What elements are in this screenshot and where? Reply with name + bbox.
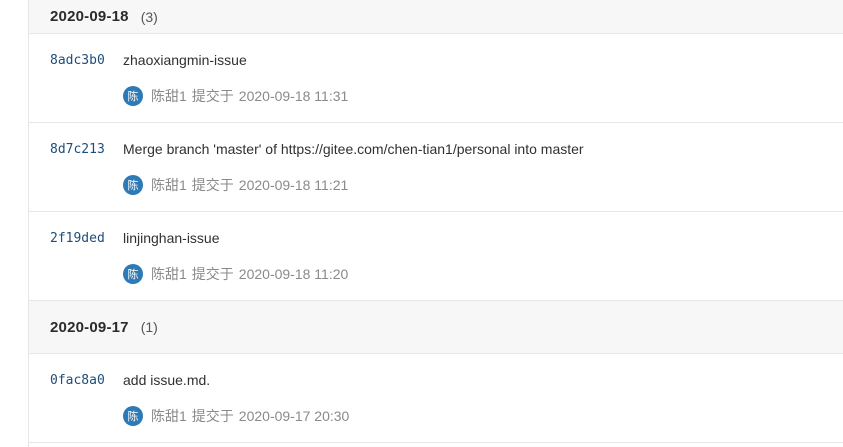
commit-meta: 陈 陈甜1 提交于 2020-09-18 11:21 (123, 175, 348, 195)
commit-history-page: 2020-09-18 (3) 8adc3b0 zhaoxiangmin-issu… (0, 0, 843, 447)
date-group-header: 2020-09-17 (1) (29, 301, 843, 354)
commit-action-label: 提交于 (191, 266, 234, 282)
date-group-date: 2020-09-17 (50, 318, 129, 336)
commit-time: 2020-09-18 11:20 (238, 266, 349, 282)
commit-sha-link[interactable]: 0fac8a0 (50, 373, 105, 388)
commit-author-link[interactable]: 陈甜1 (151, 406, 187, 426)
commit-row: 8d7c213 Merge branch 'master' of https:/… (29, 123, 843, 212)
commit-action-label: 提交于 (191, 177, 234, 193)
date-group-date: 2020-09-18 (50, 8, 129, 25)
commit-action-label: 提交于 (191, 88, 234, 104)
avatar[interactable]: 陈 (123, 264, 143, 284)
left-gutter (0, 0, 29, 447)
commit-action-label: 提交于 (191, 408, 234, 424)
commit-author-link[interactable]: 陈甜1 (151, 86, 187, 106)
commit-sha-link[interactable]: 8d7c213 (50, 142, 105, 157)
commit-meta: 陈 陈甜1 提交于 2020-09-18 11:31 (123, 86, 348, 106)
commit-row: 8adc3b0 zhaoxiangmin-issue 陈 陈甜1 提交于 202… (29, 34, 843, 123)
avatar[interactable]: 陈 (123, 175, 143, 195)
commit-meta: 陈 陈甜1 提交于 2020-09-17 20:30 (123, 406, 349, 426)
avatar[interactable]: 陈 (123, 86, 143, 106)
commit-message-link[interactable]: add issue.md. (123, 372, 210, 388)
commit-sha-link[interactable]: 2f19ded (50, 231, 105, 246)
commit-time: 2020-09-18 11:31 (238, 88, 349, 104)
commit-time: 2020-09-18 11:21 (238, 177, 349, 193)
commit-author-link[interactable]: 陈甜1 (151, 175, 187, 195)
commit-author-link[interactable]: 陈甜1 (151, 264, 187, 284)
avatar[interactable]: 陈 (123, 406, 143, 426)
commit-message-link[interactable]: zhaoxiangmin-issue (123, 52, 247, 68)
date-group-count: (3) (140, 8, 158, 25)
commit-message-link[interactable]: Merge branch 'master' of https://gitee.c… (123, 141, 584, 157)
commit-sha-link[interactable]: 8adc3b0 (50, 53, 105, 68)
commit-list: 2020-09-18 (3) 8adc3b0 zhaoxiangmin-issu… (29, 0, 843, 447)
commit-row: 2f19ded linjinghan-issue 陈 陈甜1 提交于 2020-… (29, 212, 843, 301)
commit-message-link[interactable]: linjinghan-issue (123, 230, 220, 246)
commit-time: 2020-09-17 20:30 (238, 408, 350, 424)
commit-row: 0fac8a0 add issue.md. 陈 陈甜1 提交于 2020-09-… (29, 354, 843, 443)
date-group-count: (1) (140, 319, 158, 335)
date-group-header: 2020-09-18 (3) (29, 0, 843, 34)
commit-meta: 陈 陈甜1 提交于 2020-09-18 11:20 (123, 264, 348, 284)
